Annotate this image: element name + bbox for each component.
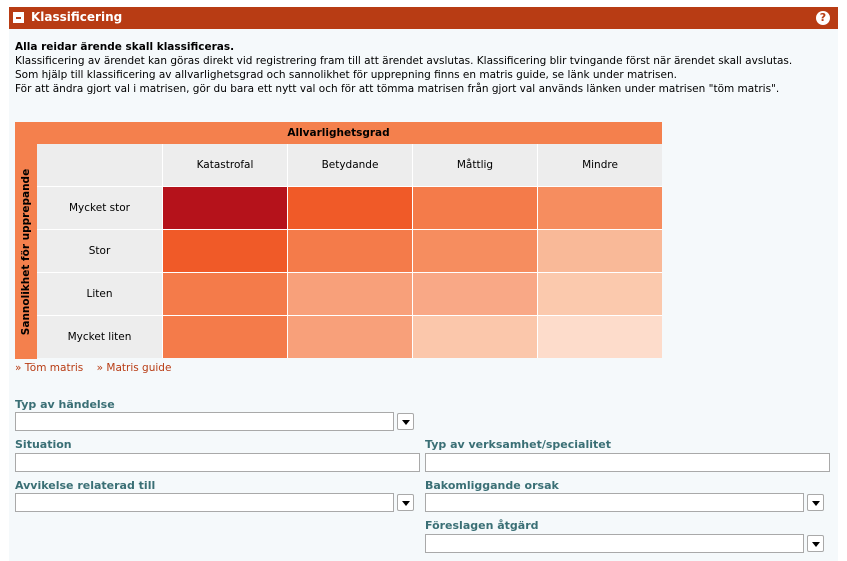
matrix-corner [37,144,162,186]
matrix-cell[interactable] [162,229,287,272]
intro-line: Klassificering av ärendet kan göras dire… [15,55,793,67]
avvikelse-field[interactable] [15,493,394,512]
clear-matrix-link[interactable]: » Töm matris [15,362,83,374]
bakomliggande-orsak-field[interactable] [425,493,804,512]
matrix-cell[interactable] [162,272,287,315]
panel-header: Klassificering ? [9,7,838,29]
foreslagen-atgard-field[interactable] [425,534,804,553]
matrix-top-label: Allvarlighetsgrad [15,122,662,144]
matrix-row-header: Liten [37,272,162,315]
matrix-side-label-bar: Sannolikhet för upprepande [15,144,37,359]
intro-text: Alla reidar ärende skall klassificeras. … [15,40,830,96]
matrix-cell[interactable] [162,186,287,229]
matrix-row-header: Stor [37,229,162,272]
klassificering-panel: Klassificering ? Alla reidar ärende skal… [9,7,838,561]
avvikelse-label: Avvikelse relaterad till [15,479,156,492]
matrix-cell[interactable] [537,315,662,358]
situation-label: Situation [15,438,72,451]
matrix-cell[interactable] [287,272,412,315]
foreslagen-atgard-label: Föreslagen åtgärd [425,519,539,532]
intro-heading: Alla reidar ärende skall klassificeras. [15,41,235,53]
matrix-row-header: Mycket liten [37,315,162,358]
intro-line: För att ändra gjort val i matrisen, gör … [15,83,780,95]
matrix-cell[interactable] [412,186,537,229]
help-icon[interactable]: ? [816,11,830,25]
matrix-cell[interactable] [287,229,412,272]
matrix-column-header: Betydande [287,144,412,186]
matrix-cell[interactable] [537,229,662,272]
typ-av-handelse-label: Typ av händelse [15,398,115,411]
matrix-side-label: Sannolikhet för upprepande [20,168,32,335]
matrix-cell[interactable] [412,315,537,358]
avvikelse-dropdown-button[interactable] [397,494,414,511]
typ-av-verksamhet-select[interactable] [425,453,830,472]
collapse-icon[interactable] [13,12,24,23]
matrix-cell[interactable] [412,229,537,272]
matrix-cell[interactable] [537,186,662,229]
matrix-links: » Töm matris » Matris guide [15,362,181,374]
matrix-row-header: Mycket stor [37,186,162,229]
matrix-cell[interactable] [162,315,287,358]
matrix-cell[interactable] [412,272,537,315]
matrix-column-header: Måttlig [412,144,537,186]
typ-av-handelse-dropdown-button[interactable] [397,413,414,430]
typ-av-verksamhet-label: Typ av verksamhet/specialitet [425,438,611,451]
situation-select[interactable] [15,453,420,472]
typ-av-handelse-field[interactable] [15,412,394,431]
foreslagen-atgard-dropdown-button[interactable] [807,535,824,552]
matrix-column-header: Mindre [537,144,662,186]
matrix-cell[interactable] [287,186,412,229]
matrix-column-header: Katastrofal [162,144,287,186]
risk-matrix: Allvarlighetsgrad Sannolikhet för upprep… [15,122,662,359]
matrix-cell[interactable] [287,315,412,358]
matrix-guide-link[interactable]: » Matris guide [97,362,172,374]
bakomliggande-orsak-dropdown-button[interactable] [807,494,824,511]
panel-title: Klassificering [31,10,123,24]
bakomliggande-orsak-label: Bakomliggande orsak [425,479,559,492]
intro-line: Som hjälp till klassificering av allvarl… [15,69,677,81]
matrix-cell[interactable] [537,272,662,315]
